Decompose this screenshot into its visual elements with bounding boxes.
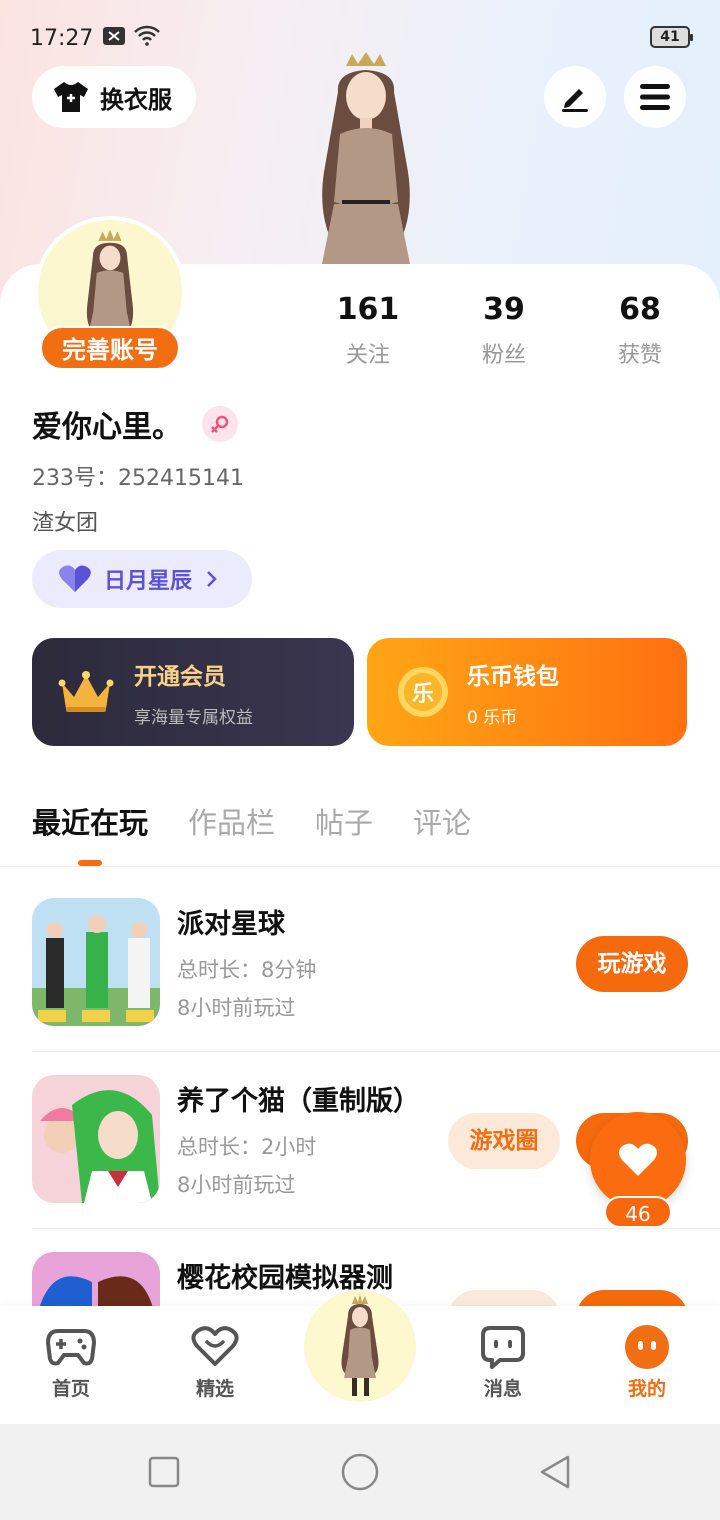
group-badge-button[interactable]: 日月星辰	[32, 550, 252, 608]
coin-icon: 乐	[398, 667, 448, 717]
status-bar: 17:27 41	[30, 20, 693, 56]
user-id: 233号：252415141	[32, 466, 244, 491]
vip-title: 开通会员	[134, 663, 226, 690]
wallet-balance: 0 乐币	[467, 707, 518, 728]
vip-membership-card[interactable]: 开通会员 享海量专属权益	[32, 638, 354, 746]
vip-subtitle: 享海量专属权益	[134, 707, 253, 728]
stat-likes[interactable]: 68 获赞	[572, 292, 708, 369]
chat-bubble-icon	[458, 1322, 548, 1372]
like-float-button[interactable]	[590, 1112, 686, 1208]
nav-featured[interactable]: 精选	[170, 1322, 260, 1401]
game-title: 派对星球	[177, 909, 285, 940]
stat-following[interactable]: 161 关注	[300, 292, 436, 369]
game-title: 养了个猫（重制版）	[177, 1086, 420, 1117]
game-duration: 总时长：2小时	[177, 1135, 317, 1159]
user-bio: 渣女团	[32, 511, 99, 536]
menu-icon	[640, 84, 670, 110]
nav-featured-label: 精选	[195, 1378, 234, 1400]
chevron-right-icon	[207, 571, 217, 587]
wifi-icon	[133, 24, 161, 52]
nav-home[interactable]: 首页	[26, 1322, 116, 1401]
nav-home-label: 首页	[51, 1378, 90, 1400]
complete-account-badge[interactable]: 完善账号	[40, 326, 180, 370]
game-duration: 总时长：8分钟	[177, 958, 317, 982]
female-gender-icon	[202, 406, 238, 442]
tab-posts[interactable]: 帖子	[315, 800, 373, 842]
avatar-mini-figure	[341, 1294, 379, 1396]
menu-button[interactable]	[624, 66, 686, 128]
group-label: 日月星辰	[104, 569, 193, 594]
change-outfit-button[interactable]: 换衣服	[32, 66, 196, 128]
nav-mine-label: 我的	[627, 1378, 666, 1400]
edit-profile-button[interactable]	[544, 66, 606, 128]
profile-stats: 161 关注 39 粉丝 68 获赞	[300, 292, 710, 369]
play-game-button[interactable]: 玩游戏	[576, 936, 688, 992]
divider	[0, 866, 720, 867]
gamepad-icon	[26, 1322, 116, 1372]
profile-face-icon	[602, 1322, 692, 1372]
tshirt-icon	[54, 82, 88, 112]
stat-label: 粉丝	[481, 343, 526, 368]
home-button[interactable]	[341, 1453, 379, 1491]
stat-value: 161	[336, 292, 400, 327]
avatar-3d-character[interactable]	[296, 52, 436, 264]
nav-messages[interactable]: 消息	[458, 1322, 548, 1401]
username: 爱你心里。	[32, 402, 238, 446]
profile-tabs: 最近在玩 作品栏 帖子 评论	[32, 800, 511, 842]
stat-value: 39	[483, 292, 525, 327]
back-button[interactable]	[538, 1454, 572, 1490]
game-thumbnail[interactable]	[32, 898, 160, 1026]
svg-text:乐: 乐	[412, 682, 434, 707]
heart-outline-icon	[170, 1322, 260, 1372]
like-count-badge: 46	[604, 1196, 672, 1228]
tab-comments[interactable]: 评论	[413, 800, 471, 842]
tab-works[interactable]: 作品栏	[188, 800, 275, 842]
game-circle-button[interactable]: 游戏圈	[448, 1113, 560, 1169]
tab-recent-played[interactable]: 最近在玩	[32, 800, 148, 842]
stat-label: 获赞	[617, 343, 662, 368]
wallet-card[interactable]: 乐 乐币钱包 0 乐币	[367, 638, 687, 746]
game-thumbnail[interactable]	[32, 1075, 160, 1203]
change-outfit-label: 换衣服	[100, 85, 172, 114]
stat-value: 68	[619, 292, 661, 327]
battery-indicator: 41	[650, 26, 693, 48]
notification-icon	[103, 26, 126, 51]
heart-icon	[59, 565, 91, 592]
heart-icon	[618, 1143, 658, 1176]
stat-label: 关注	[345, 343, 390, 368]
stat-followers[interactable]: 39 粉丝	[436, 292, 572, 369]
wallet-title: 乐币钱包	[467, 663, 559, 690]
system-navigation-bar	[0, 1424, 720, 1520]
nav-center-avatar-button[interactable]	[304, 1290, 416, 1402]
username-text: 爱你心里。	[32, 410, 182, 445]
game-last-played: 8小时前玩过	[177, 996, 296, 1020]
recent-apps-button[interactable]	[148, 1456, 180, 1488]
game-list-item[interactable]: 派对星球 总时长：8分钟 8小时前玩过 玩游戏	[32, 876, 720, 1052]
nav-mine[interactable]: 我的	[602, 1322, 692, 1401]
pen-icon	[562, 89, 588, 112]
nav-messages-label: 消息	[483, 1378, 522, 1400]
game-last-played: 8小时前玩过	[177, 1173, 296, 1197]
crown-icon	[58, 671, 114, 712]
status-time: 17:27	[30, 25, 94, 51]
